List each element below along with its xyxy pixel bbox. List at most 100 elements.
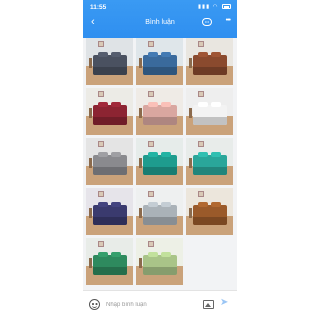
wall-frame [148,241,154,247]
bed-side [93,67,127,75]
pillow [98,252,108,257]
comment-composer: ➤ [83,290,237,320]
wall-frame [198,41,204,47]
wall-frame [98,191,104,197]
nightstand [139,158,142,168]
pillow [148,102,158,107]
wifi-icon: ◠ [212,4,219,10]
wall-frame [98,141,104,147]
review-photo[interactable] [86,88,133,135]
photo-grid [86,38,234,285]
bed-side [93,267,127,275]
pillow [111,52,121,57]
bed-side [193,167,227,175]
nightstand [89,58,92,68]
pillow [211,102,221,107]
wall-frame [148,141,154,147]
nightstand [139,208,142,218]
status-time: 11:55 [90,4,107,11]
review-photo[interactable] [86,38,133,85]
more-dots-icon[interactable]: ••• [226,17,231,24]
pillow [148,152,158,157]
pillow [198,202,208,207]
pillow [198,152,208,157]
wall-frame [148,41,154,47]
bed-side [193,217,227,225]
pillow [161,252,171,257]
pillow [111,202,121,207]
bed-side [93,167,127,175]
pillow [148,202,158,207]
wall-frame [98,91,104,97]
wall-frame [198,91,204,97]
send-icon[interactable]: ➤ [220,297,228,308]
wall-frame [98,241,104,247]
nightstand [89,108,92,118]
emoji-icon[interactable] [89,299,100,310]
nightstand [139,258,142,268]
review-photo[interactable] [186,38,233,85]
bed-side [93,217,127,225]
pillow [211,202,221,207]
review-photo[interactable] [136,88,183,135]
pillow [198,102,208,107]
review-photo[interactable] [86,238,133,285]
page-title: Bình luận [145,19,175,26]
signal-icon: ▮▮▮ [198,4,211,10]
wall-frame [198,191,204,197]
chat-bubble-icon[interactable]: ••• [202,18,212,26]
nightstand [89,208,92,218]
bed-side [143,117,177,125]
review-photo[interactable] [136,238,183,285]
nightstand [139,58,142,68]
review-photo[interactable] [136,138,183,185]
pillow [148,252,158,257]
review-photo[interactable] [86,188,133,235]
review-photo[interactable] [86,138,133,185]
review-photo[interactable] [186,88,233,135]
pillow [211,52,221,57]
pillow [211,152,221,157]
pillow [161,202,171,207]
bed-side [193,117,227,125]
pillow [111,102,121,107]
header-bar: 11:55 ▮▮▮ ◠ ‹ Bình luận ••• ••• [83,0,237,38]
pillow [161,102,171,107]
nightstand [189,208,192,218]
pillow [98,52,108,57]
app-screen: 11:55 ▮▮▮ ◠ ‹ Bình luận ••• ••• ➤ [83,0,237,320]
nightstand [189,58,192,68]
pillow [98,202,108,207]
review-photo[interactable] [186,188,233,235]
nightstand [139,108,142,118]
bed-side [143,167,177,175]
nightstand [189,158,192,168]
bed-side [143,67,177,75]
review-photo[interactable] [136,38,183,85]
pillow [198,52,208,57]
nightstand [89,258,92,268]
pillow [161,152,171,157]
wall-frame [198,141,204,147]
battery-icon [222,4,231,10]
comment-input[interactable] [106,300,196,310]
bed-side [143,217,177,225]
bed-side [93,117,127,125]
wall-frame [98,41,104,47]
wall-frame [148,91,154,97]
nightstand [189,108,192,118]
pillow [111,252,121,257]
image-icon[interactable] [203,300,214,309]
nightstand [89,158,92,168]
bed-side [193,67,227,75]
status-icons: ▮▮▮ ◠ [198,4,231,10]
review-photo[interactable] [136,188,183,235]
wall-frame [148,191,154,197]
bed-side [143,267,177,275]
pillow [98,152,108,157]
pillow [161,52,171,57]
pillow [148,52,158,57]
pillow [111,152,121,157]
review-photo[interactable] [186,138,233,185]
pillow [98,102,108,107]
